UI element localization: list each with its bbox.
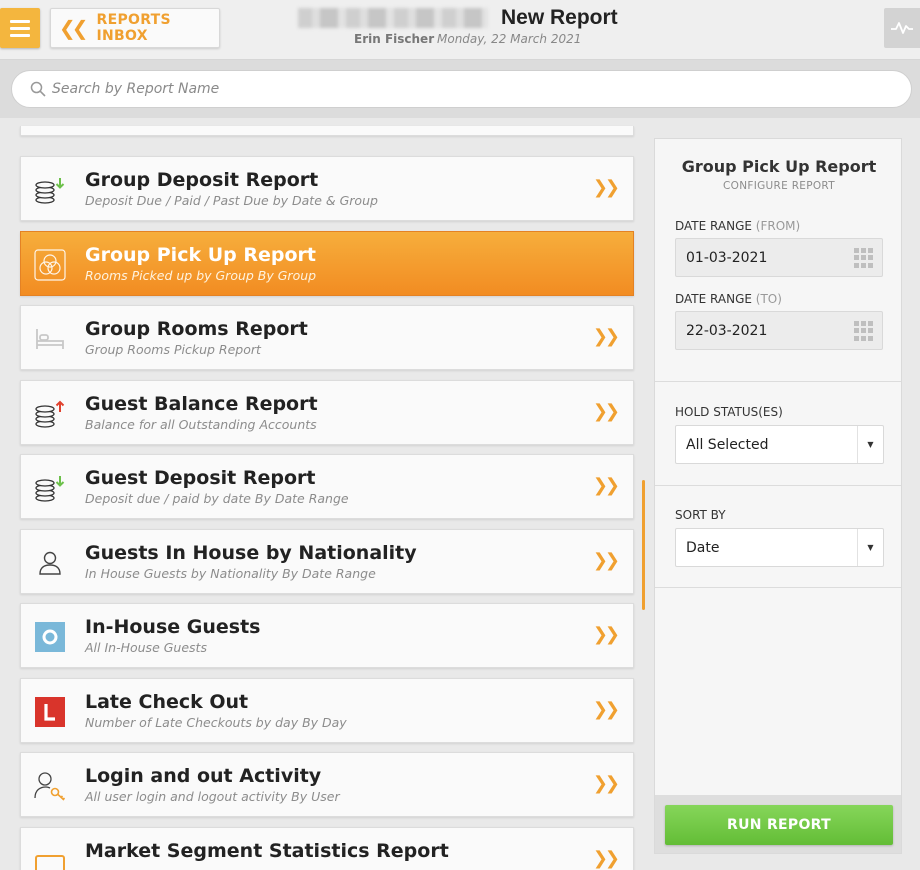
activity-button[interactable] — [884, 8, 920, 48]
report-title: Group Pick Up Report — [85, 244, 316, 266]
report-title: Guests In House by Nationality — [85, 542, 417, 564]
report-item-login-activity[interactable]: Login and out Activity All user login an… — [20, 752, 634, 817]
double-chevron-right-icon: ❯❯ — [592, 848, 620, 869]
report-title: In-House Guests — [85, 616, 261, 638]
hold-status-value: All Selected — [686, 437, 769, 453]
report-subtitle: All user login and logout activity By Us… — [85, 789, 340, 804]
report-subtitle: Rooms Picked up by Group By Group — [85, 268, 317, 283]
sort-by-select[interactable]: Date ▼ — [675, 528, 884, 567]
caret-down-icon: ▼ — [857, 426, 883, 463]
report-title: Guest Balance Report — [85, 393, 318, 415]
sort-by-value: Date — [686, 540, 720, 556]
date-to-value: 22-03-2021 — [686, 323, 768, 339]
activity-icon — [891, 22, 913, 34]
config-report-title: Group Pick Up Report — [681, 157, 877, 176]
double-chevron-right-icon: ❯❯ — [592, 177, 620, 198]
user-name: Erin Fischer — [354, 32, 435, 46]
late-checkout-icon — [33, 695, 67, 729]
report-subtitle: Deposit due / paid by date By Date Range — [85, 491, 349, 506]
search-input[interactable] — [52, 81, 852, 97]
double-chevron-right-icon: ❯❯ — [592, 624, 620, 645]
double-chevron-left-icon: ❮❮ — [59, 16, 88, 40]
date-from-field[interactable]: 01-03-2021 — [675, 238, 883, 277]
page-title: New Report — [501, 6, 618, 29]
hold-status-select[interactable]: All Selected ▼ — [675, 425, 884, 464]
top-header: ❮❮ REPORTS INBOX New Report Erin Fischer… — [0, 0, 920, 60]
report-title: Guest Deposit Report — [85, 467, 316, 489]
date-from-value: 01-03-2021 — [686, 250, 768, 266]
report-item-group-deposit[interactable]: Group Deposit Report Deposit Due / Paid … — [20, 156, 634, 221]
double-chevron-right-icon: ❯❯ — [592, 401, 620, 422]
reports-inbox-button[interactable]: ❮❮ REPORTS INBOX — [50, 8, 220, 48]
reports-inbox-label: REPORTS INBOX — [96, 12, 171, 44]
person-icon — [33, 546, 67, 580]
report-item-guest-deposit[interactable]: Guest Deposit Report Deposit due / paid … — [20, 454, 634, 519]
list-item-partial — [20, 126, 634, 136]
menu-icon-bar — [10, 26, 30, 30]
hamburger-menu-button[interactable] — [0, 8, 40, 48]
report-subtitle: Number of Late Checkouts by day By Day — [85, 715, 347, 730]
divider — [655, 587, 901, 588]
date-from-hint: (FROM) — [755, 219, 801, 233]
run-report-strip: RUN REPORT — [655, 795, 901, 853]
date-to-field[interactable]: 22-03-2021 — [675, 311, 883, 350]
date-to-hint: (TO) — [755, 292, 782, 306]
menu-icon-bar — [10, 19, 30, 23]
report-item-guest-balance[interactable]: Guest Balance Report Balance for all Out… — [20, 380, 634, 445]
run-report-button[interactable]: RUN REPORT — [665, 805, 893, 845]
market-segment-icon — [33, 844, 67, 870]
calendar-grid-icon[interactable] — [854, 321, 874, 341]
caret-down-icon: ▼ — [857, 529, 883, 566]
double-chevron-right-icon: ❯❯ — [592, 699, 620, 720]
report-title: Late Check Out — [85, 691, 249, 713]
coins-down-icon — [33, 173, 67, 207]
report-subtitle: Deposit Due / Paid / Past Due by Date & … — [85, 193, 378, 208]
divider — [655, 381, 901, 382]
menu-icon-bar — [10, 33, 30, 37]
redacted-property-name — [298, 8, 488, 28]
date-to-label: DATE RANGE (TO) — [675, 292, 782, 306]
group-circles-icon — [33, 248, 67, 282]
double-chevron-right-icon: ❯❯ — [592, 326, 620, 347]
current-date: Monday, 22 March 2021 — [437, 32, 582, 46]
divider — [655, 485, 901, 486]
date-to-label-text: DATE RANGE — [675, 292, 752, 306]
in-house-icon — [33, 620, 67, 654]
configure-report-panel: Group Pick Up Report CONFIGURE REPORT DA… — [654, 138, 902, 854]
search-icon — [30, 81, 46, 97]
coins-down-icon — [33, 471, 67, 505]
list-scrollbar[interactable] — [642, 480, 645, 610]
report-subtitle: All In-House Guests — [85, 640, 207, 655]
report-subtitle: In House Guests by Nationality By Date R… — [85, 566, 376, 581]
report-subtitle: Group Rooms Pickup Report — [85, 342, 261, 357]
config-subtitle: CONFIGURE REPORT — [723, 180, 835, 192]
search-box[interactable] — [11, 70, 912, 108]
report-title: Group Rooms Report — [85, 318, 308, 340]
hold-status-label: HOLD STATUS(ES) — [675, 405, 783, 419]
report-title: Login and out Activity — [85, 765, 322, 787]
double-chevron-right-icon: ❯❯ — [592, 475, 620, 496]
report-item-guests-nationality[interactable]: Guests In House by Nationality In House … — [20, 529, 634, 594]
search-strip — [0, 60, 920, 118]
report-item-in-house-guests[interactable]: In-House Guests All In-House Guests ❯❯ — [20, 603, 634, 668]
report-list[interactable]: Group Deposit Report Deposit Due / Paid … — [0, 118, 644, 870]
bed-icon — [33, 322, 67, 356]
report-item-late-check-out[interactable]: Late Check Out Number of Late Checkouts … — [20, 678, 634, 743]
report-item-group-pick-up[interactable]: Group Pick Up Report Rooms Picked up by … — [20, 231, 634, 296]
report-title: Market Segment Statistics Report — [85, 840, 449, 862]
date-from-label: DATE RANGE (FROM) — [675, 219, 800, 233]
calendar-grid-icon[interactable] — [854, 248, 874, 268]
user-key-icon — [33, 769, 67, 803]
date-from-label-text: DATE RANGE — [675, 219, 752, 233]
report-title: Group Deposit Report — [85, 169, 319, 191]
double-chevron-right-icon: ❯❯ — [592, 550, 620, 571]
double-chevron-right-icon: ❯❯ — [592, 773, 620, 794]
coins-up-icon — [33, 397, 67, 431]
report-item-market-segment[interactable]: Market Segment Statistics Report ❯❯ — [20, 827, 634, 870]
report-item-group-rooms[interactable]: Group Rooms Report Group Rooms Pickup Re… — [20, 305, 634, 370]
sort-by-label: SORT BY — [675, 508, 726, 522]
report-subtitle: Balance for all Outstanding Accounts — [85, 417, 317, 432]
